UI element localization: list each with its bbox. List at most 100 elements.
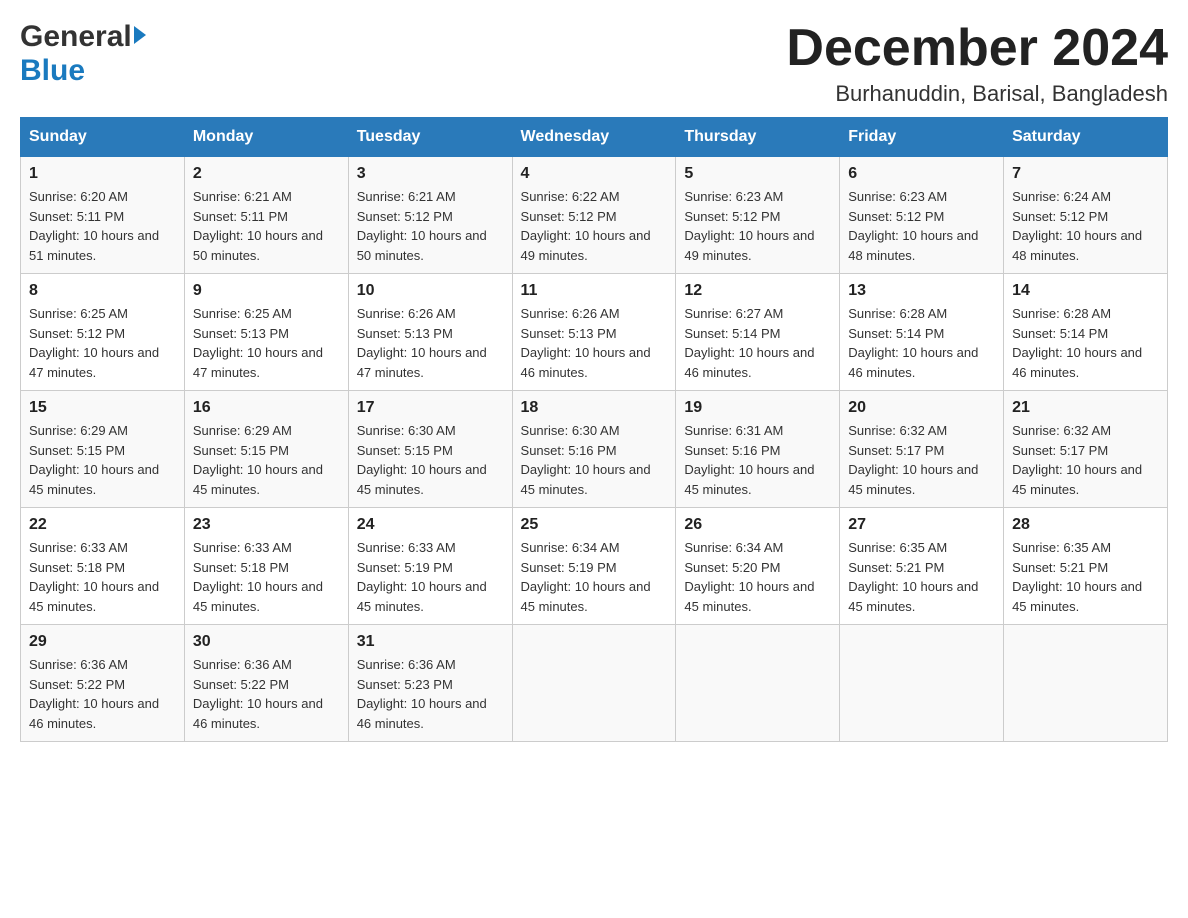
calendar-day-cell: 1 Sunrise: 6:20 AMSunset: 5:11 PMDaylight… bbox=[21, 157, 185, 274]
calendar-day-cell: 18 Sunrise: 6:30 AMSunset: 5:16 PMDayligh… bbox=[512, 391, 676, 508]
day-number: 7 bbox=[1012, 165, 1159, 183]
day-number: 2 bbox=[193, 165, 340, 183]
calendar-day-cell bbox=[840, 625, 1004, 742]
weekday-header-sunday: Sunday bbox=[21, 118, 185, 157]
day-number: 30 bbox=[193, 633, 340, 651]
calendar-day-cell: 24 Sunrise: 6:33 AMSunset: 5:19 PMDayligh… bbox=[348, 508, 512, 625]
day-number: 29 bbox=[29, 633, 176, 651]
day-number: 25 bbox=[521, 516, 668, 534]
day-info: Sunrise: 6:33 AMSunset: 5:18 PMDaylight:… bbox=[29, 538, 176, 616]
weekday-header-saturday: Saturday bbox=[1004, 118, 1168, 157]
calendar-day-cell: 20 Sunrise: 6:32 AMSunset: 5:17 PMDayligh… bbox=[840, 391, 1004, 508]
calendar-day-cell: 16 Sunrise: 6:29 AMSunset: 5:15 PMDayligh… bbox=[184, 391, 348, 508]
logo: General Blue bbox=[20, 20, 146, 88]
day-number: 28 bbox=[1012, 516, 1159, 534]
day-info: Sunrise: 6:30 AMSunset: 5:16 PMDaylight:… bbox=[521, 421, 668, 499]
day-info: Sunrise: 6:25 AMSunset: 5:13 PMDaylight:… bbox=[193, 304, 340, 382]
day-info: Sunrise: 6:36 AMSunset: 5:22 PMDaylight:… bbox=[193, 655, 340, 733]
calendar-day-cell: 10 Sunrise: 6:26 AMSunset: 5:13 PMDayligh… bbox=[348, 274, 512, 391]
day-number: 22 bbox=[29, 516, 176, 534]
calendar-day-cell: 29 Sunrise: 6:36 AMSunset: 5:22 PMDayligh… bbox=[21, 625, 185, 742]
calendar-header: SundayMondayTuesdayWednesdayThursdayFrid… bbox=[21, 118, 1168, 157]
day-number: 19 bbox=[684, 399, 831, 417]
weekday-header-friday: Friday bbox=[840, 118, 1004, 157]
weekday-header-wednesday: Wednesday bbox=[512, 118, 676, 157]
calendar-day-cell: 26 Sunrise: 6:34 AMSunset: 5:20 PMDayligh… bbox=[676, 508, 840, 625]
day-info: Sunrise: 6:26 AMSunset: 5:13 PMDaylight:… bbox=[521, 304, 668, 382]
calendar-day-cell: 7 Sunrise: 6:24 AMSunset: 5:12 PMDaylight… bbox=[1004, 157, 1168, 274]
day-number: 17 bbox=[357, 399, 504, 417]
month-title: December 2024 bbox=[786, 20, 1168, 77]
day-info: Sunrise: 6:26 AMSunset: 5:13 PMDaylight:… bbox=[357, 304, 504, 382]
day-number: 24 bbox=[357, 516, 504, 534]
calendar-day-cell: 21Sunrise: 6:32 AMSunset: 5:17 PMDayligh… bbox=[1004, 391, 1168, 508]
day-info: Sunrise: 6:33 AMSunset: 5:18 PMDaylight:… bbox=[193, 538, 340, 616]
calendar-day-cell: 19 Sunrise: 6:31 AMSunset: 5:16 PMDayligh… bbox=[676, 391, 840, 508]
day-info: Sunrise: 6:25 AMSunset: 5:12 PMDaylight:… bbox=[29, 304, 176, 382]
calendar-week-row: 22 Sunrise: 6:33 AMSunset: 5:18 PMDayligh… bbox=[21, 508, 1168, 625]
day-number: 10 bbox=[357, 282, 504, 300]
day-number: 18 bbox=[521, 399, 668, 417]
calendar-day-cell: 3Sunrise: 6:21 AMSunset: 5:12 PMDaylight… bbox=[348, 157, 512, 274]
day-number: 27 bbox=[848, 516, 995, 534]
calendar-day-cell: 14 Sunrise: 6:28 AMSunset: 5:14 PMDayligh… bbox=[1004, 274, 1168, 391]
calendar-day-cell: 6Sunrise: 6:23 AMSunset: 5:12 PMDaylight… bbox=[840, 157, 1004, 274]
logo-arrow-icon bbox=[134, 26, 146, 44]
day-info: Sunrise: 6:34 AMSunset: 5:19 PMDaylight:… bbox=[521, 538, 668, 616]
weekday-header-row: SundayMondayTuesdayWednesdayThursdayFrid… bbox=[21, 118, 1168, 157]
day-info: Sunrise: 6:35 AMSunset: 5:21 PMDaylight:… bbox=[848, 538, 995, 616]
calendar-day-cell: 28 Sunrise: 6:35 AMSunset: 5:21 PMDayligh… bbox=[1004, 508, 1168, 625]
day-info: Sunrise: 6:21 AMSunset: 5:11 PMDaylight:… bbox=[193, 187, 340, 265]
weekday-header-tuesday: Tuesday bbox=[348, 118, 512, 157]
calendar-week-row: 8 Sunrise: 6:25 AMSunset: 5:12 PMDaylight… bbox=[21, 274, 1168, 391]
calendar-day-cell: 8 Sunrise: 6:25 AMSunset: 5:12 PMDaylight… bbox=[21, 274, 185, 391]
calendar-day-cell: 23Sunrise: 6:33 AMSunset: 5:18 PMDayligh… bbox=[184, 508, 348, 625]
day-number: 12 bbox=[684, 282, 831, 300]
calendar-day-cell: 31 Sunrise: 6:36 AMSunset: 5:23 PMDayligh… bbox=[348, 625, 512, 742]
day-info: Sunrise: 6:31 AMSunset: 5:16 PMDaylight:… bbox=[684, 421, 831, 499]
calendar-day-cell: 2 Sunrise: 6:21 AMSunset: 5:11 PMDaylight… bbox=[184, 157, 348, 274]
day-info: Sunrise: 6:28 AMSunset: 5:14 PMDaylight:… bbox=[848, 304, 995, 382]
day-number: 16 bbox=[193, 399, 340, 417]
day-number: 5 bbox=[684, 165, 831, 183]
day-info: Sunrise: 6:35 AMSunset: 5:21 PMDaylight:… bbox=[1012, 538, 1159, 616]
day-info: Sunrise: 6:34 AMSunset: 5:20 PMDaylight:… bbox=[684, 538, 831, 616]
day-info: Sunrise: 6:33 AMSunset: 5:19 PMDaylight:… bbox=[357, 538, 504, 616]
day-info: Sunrise: 6:23 AMSunset: 5:12 PMDaylight:… bbox=[684, 187, 831, 265]
calendar-day-cell bbox=[676, 625, 840, 742]
calendar-day-cell: 5 Sunrise: 6:23 AMSunset: 5:12 PMDaylight… bbox=[676, 157, 840, 274]
day-number: 15 bbox=[29, 399, 176, 417]
day-info: Sunrise: 6:32 AMSunset: 5:17 PMDaylight:… bbox=[1012, 421, 1159, 499]
day-number: 14 bbox=[1012, 282, 1159, 300]
day-info: Sunrise: 6:20 AMSunset: 5:11 PMDaylight:… bbox=[29, 187, 176, 265]
calendar-day-cell: 17Sunrise: 6:30 AMSunset: 5:15 PMDayligh… bbox=[348, 391, 512, 508]
day-number: 1 bbox=[29, 165, 176, 183]
day-info: Sunrise: 6:29 AMSunset: 5:15 PMDaylight:… bbox=[193, 421, 340, 499]
day-info: Sunrise: 6:36 AMSunset: 5:23 PMDaylight:… bbox=[357, 655, 504, 733]
day-info: Sunrise: 6:36 AMSunset: 5:22 PMDaylight:… bbox=[29, 655, 176, 733]
location-title: Burhanuddin, Barisal, Bangladesh bbox=[786, 81, 1168, 107]
day-number: 13 bbox=[848, 282, 995, 300]
day-info: Sunrise: 6:32 AMSunset: 5:17 PMDaylight:… bbox=[848, 421, 995, 499]
day-info: Sunrise: 6:29 AMSunset: 5:15 PMDaylight:… bbox=[29, 421, 176, 499]
calendar-table: SundayMondayTuesdayWednesdayThursdayFrid… bbox=[20, 117, 1168, 742]
calendar-week-row: 29 Sunrise: 6:36 AMSunset: 5:22 PMDayligh… bbox=[21, 625, 1168, 742]
calendar-day-cell: 11 Sunrise: 6:26 AMSunset: 5:13 PMDayligh… bbox=[512, 274, 676, 391]
day-number: 20 bbox=[848, 399, 995, 417]
day-number: 11 bbox=[521, 282, 668, 300]
calendar-week-row: 15 Sunrise: 6:29 AMSunset: 5:15 PMDayligh… bbox=[21, 391, 1168, 508]
day-number: 26 bbox=[684, 516, 831, 534]
day-info: Sunrise: 6:23 AMSunset: 5:12 PMDaylight:… bbox=[848, 187, 995, 265]
day-number: 8 bbox=[29, 282, 176, 300]
calendar-day-cell: 27 Sunrise: 6:35 AMSunset: 5:21 PMDayligh… bbox=[840, 508, 1004, 625]
weekday-header-monday: Monday bbox=[184, 118, 348, 157]
day-number: 3 bbox=[357, 165, 504, 183]
day-number: 9 bbox=[193, 282, 340, 300]
calendar-day-cell: 13 Sunrise: 6:28 AMSunset: 5:14 PMDayligh… bbox=[840, 274, 1004, 391]
calendar-day-cell bbox=[1004, 625, 1168, 742]
day-info: Sunrise: 6:28 AMSunset: 5:14 PMDaylight:… bbox=[1012, 304, 1159, 382]
calendar-day-cell: 9 Sunrise: 6:25 AMSunset: 5:13 PMDaylight… bbox=[184, 274, 348, 391]
day-info: Sunrise: 6:24 AMSunset: 5:12 PMDaylight:… bbox=[1012, 187, 1159, 265]
day-info: Sunrise: 6:27 AMSunset: 5:14 PMDaylight:… bbox=[684, 304, 831, 382]
day-number: 31 bbox=[357, 633, 504, 651]
